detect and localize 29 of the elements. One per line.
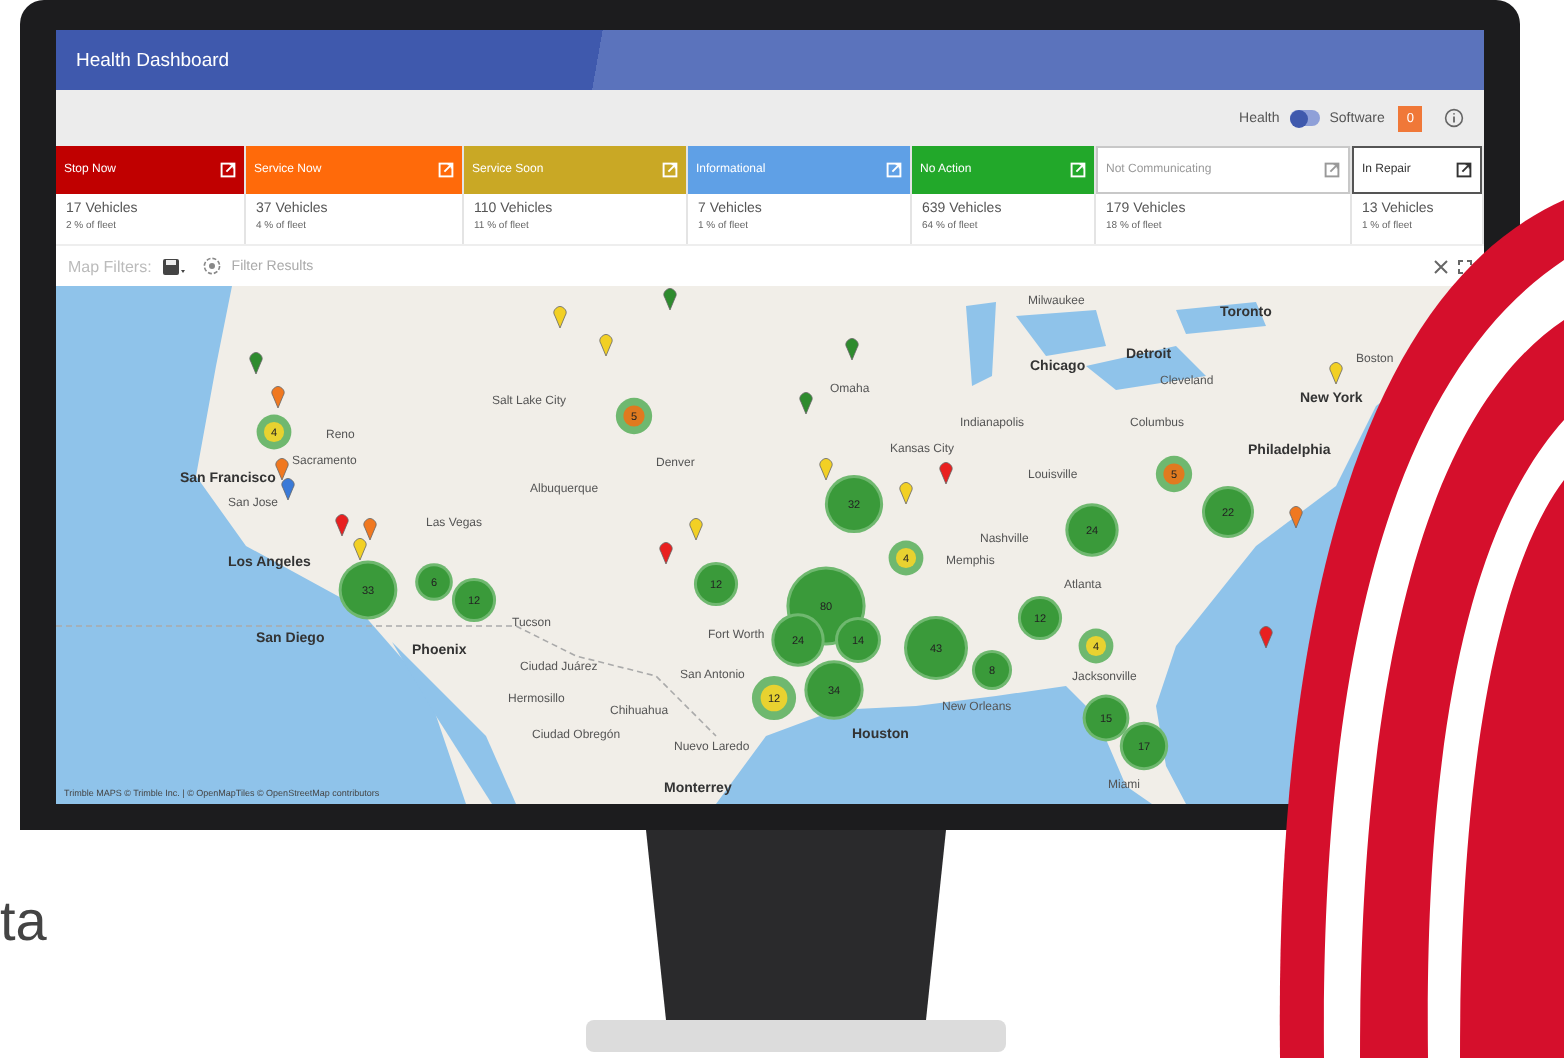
map-pin-icon[interactable] bbox=[553, 306, 567, 329]
map-pin-icon[interactable] bbox=[663, 288, 677, 311]
map-pin-icon[interactable] bbox=[275, 458, 289, 481]
map-pin-icon[interactable] bbox=[939, 462, 953, 485]
map-pin-icon[interactable] bbox=[1259, 626, 1273, 649]
window-title: Health Dashboard bbox=[76, 49, 230, 71]
map-pin-icon[interactable] bbox=[845, 338, 859, 361]
close-icon[interactable] bbox=[1434, 259, 1448, 273]
map-pin-icon[interactable] bbox=[353, 538, 367, 561]
save-icon[interactable] bbox=[161, 257, 186, 275]
map-pin-icon[interactable] bbox=[689, 518, 703, 541]
map-pin-icon[interactable] bbox=[1329, 362, 1343, 385]
target-icon[interactable] bbox=[201, 256, 222, 276]
map-pin-icon[interactable] bbox=[799, 392, 813, 415]
map-filters-label: Map Filters: bbox=[68, 257, 152, 275]
map-pin-icon[interactable] bbox=[1289, 506, 1303, 529]
map-pin-icon[interactable] bbox=[819, 458, 833, 481]
caption-text: ta bbox=[0, 890, 47, 956]
map-pin-icon[interactable] bbox=[281, 478, 295, 501]
map-pin-icon[interactable] bbox=[659, 542, 673, 565]
map-pin-icon[interactable] bbox=[599, 334, 613, 357]
map-pin-icon[interactable] bbox=[363, 518, 377, 541]
map-pin-icon[interactable] bbox=[249, 352, 263, 375]
map-pin-icon[interactable] bbox=[271, 386, 285, 409]
health-software-toggle[interactable] bbox=[1289, 110, 1320, 126]
map-pin-icon[interactable] bbox=[335, 514, 349, 537]
external-link-icon[interactable] bbox=[1456, 162, 1472, 178]
info-icon[interactable] bbox=[1444, 108, 1464, 128]
map-pin-icon[interactable] bbox=[899, 482, 913, 505]
